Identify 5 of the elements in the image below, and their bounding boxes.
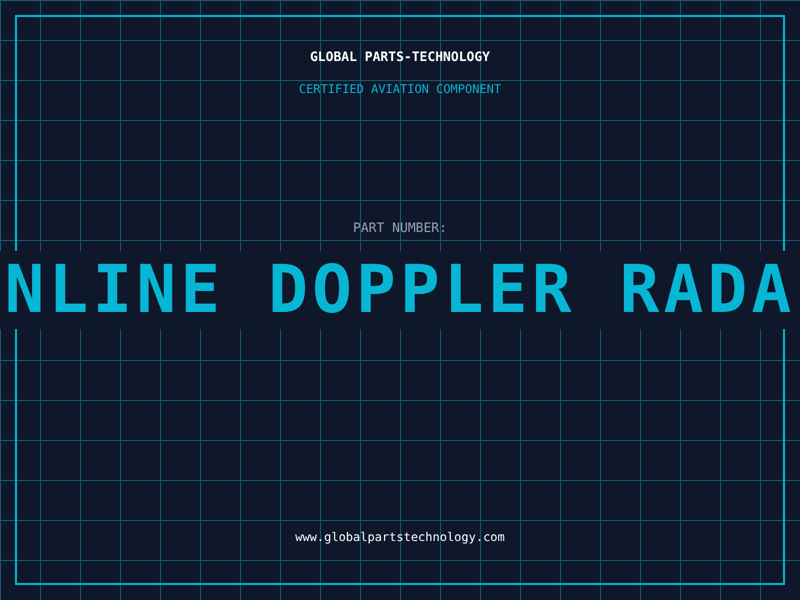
website-text: www.globalpartstechnology.com xyxy=(295,529,505,545)
brand-subtitle: CERTIFIED AVIATION COMPONENT xyxy=(298,81,502,97)
part-number-label: PART NUMBER: xyxy=(353,221,447,237)
brand-title: GLOBAL PARTS-TECHNOLOGY xyxy=(310,50,490,66)
part-number-text: NLINE DOPPLER RADA xyxy=(4,255,796,325)
